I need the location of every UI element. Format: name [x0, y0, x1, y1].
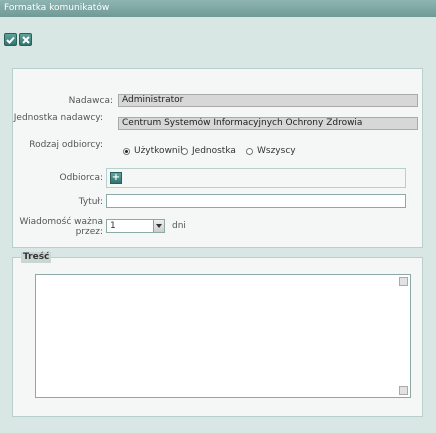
radio-all[interactable]: Wszyscy [246, 146, 296, 156]
sender-unit-label: Jednostka nadawcy: [13, 113, 103, 123]
title-label: Tytuł: [78, 197, 103, 207]
radio-dot [181, 147, 188, 155]
message-form-panel: Nadawca: Administrator Jednostka nadawcy… [12, 68, 423, 248]
valid-for-unit: dni [172, 221, 186, 231]
radio-dot-selected [123, 147, 130, 155]
save-button[interactable] [4, 33, 17, 46]
chevron-down-icon[interactable] [153, 220, 164, 232]
scroll-down-icon[interactable] [399, 386, 408, 395]
content-fieldset: Treść [12, 252, 423, 417]
valid-for-label: Wiadomość ważna przez: [19, 217, 103, 237]
recipient-type-label: Rodzaj odbiorcy: [29, 140, 103, 150]
content-textarea[interactable] [35, 274, 411, 398]
radio-user-label: Użytkownik [134, 146, 186, 156]
sender-label: Nadawca: [68, 96, 113, 106]
content-legend: Treść [21, 252, 52, 263]
radio-all-label: Wszyscy [257, 146, 296, 156]
close-icon [21, 35, 30, 44]
radio-unit-label: Jednostka [192, 146, 236, 156]
plus-icon[interactable]: + [110, 172, 122, 184]
recipient-box: + [106, 168, 406, 188]
window-title: Formatka komunikatów [0, 0, 436, 17]
radio-unit[interactable]: Jednostka [181, 146, 236, 156]
recipient-label: Odbiorca: [59, 173, 103, 183]
radio-user[interactable]: Użytkownik [123, 146, 185, 156]
scroll-up-icon[interactable] [399, 277, 408, 286]
valid-for-select[interactable]: 1 [106, 219, 165, 233]
radio-dot [246, 147, 253, 155]
title-input[interactable] [106, 194, 406, 208]
sender-field: Administrator [118, 94, 418, 107]
check-icon [6, 36, 15, 44]
valid-for-value: 1 [110, 221, 116, 231]
sender-unit-field: Centrum Systemów Informacyjnych Ochrony … [118, 117, 418, 130]
cancel-button[interactable] [19, 33, 32, 46]
